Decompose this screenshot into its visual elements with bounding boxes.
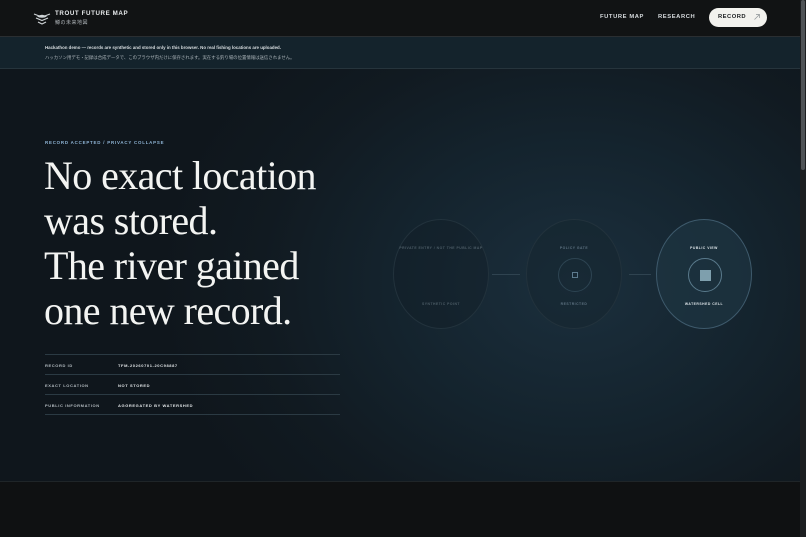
status-eyebrow: RECORD ACCEPTED / PRIVACY COLLAPSE (45, 140, 165, 145)
headline-line: No exact location (44, 153, 317, 198)
site-header: TROUT FUTURE MAP 鱒の未来地図 FUTURE MAP RESEA… (0, 0, 800, 37)
page-title: No exact location was stored. The river … (44, 153, 404, 333)
page: TROUT FUTURE MAP 鱒の未来地図 FUTURE MAP RESEA… (0, 0, 800, 537)
headline-line: one new record. (44, 288, 292, 333)
demo-notice-banner: Hackathon demo — records are synthetic a… (0, 37, 800, 69)
notice-english: Hackathon demo — records are synthetic a… (45, 45, 281, 50)
flow-connector (629, 274, 651, 275)
node-label: PUBLIC VIEW (690, 246, 718, 250)
node-caption: SYNTHETIC POINT (421, 302, 461, 306)
record-meta-table: RECORD ID TFM-20260701-20C98887 EXACT LO… (45, 354, 340, 415)
brand-title[interactable]: TROUT FUTURE MAP (55, 10, 128, 17)
nav-future-map[interactable]: FUTURE MAP (600, 14, 644, 20)
arrow-up-right-icon (754, 14, 760, 20)
node-inner-ring (688, 258, 722, 292)
square-outline-icon (572, 272, 578, 278)
record-button-label: RECORD (718, 14, 747, 20)
meta-key: RECORD ID (45, 363, 73, 368)
record-button[interactable]: RECORD (709, 8, 767, 27)
meta-row-exact-location: EXACT LOCATION NOT STORED (45, 374, 340, 394)
meta-value: AGGREGATED BY WATERSHED (118, 403, 194, 408)
page-scrollbar[interactable] (800, 0, 806, 537)
flow-connector (492, 274, 520, 275)
meta-row-public-information: PUBLIC INFORMATION AGGREGATED BY WATERSH… (45, 394, 340, 415)
node-label: PRIVATE ENTRY / NOT THE PUBLIC MAP (399, 246, 483, 250)
node-caption: WATERSHED CELL (684, 302, 724, 306)
privacy-flow-diagram: PRIVATE ENTRY / NOT THE PUBLIC MAP SYNTH… (390, 217, 760, 333)
node-policy-gate: POLICY GATE RESTRICTED (526, 219, 622, 329)
meta-key: PUBLIC INFORMATION (45, 403, 100, 408)
lower-section (0, 481, 800, 537)
node-public-view: PUBLIC VIEW WATERSHED CELL (656, 219, 752, 329)
meta-key: EXACT LOCATION (45, 383, 89, 388)
scrollbar-thumb[interactable] (801, 0, 805, 170)
meta-value: NOT STORED (118, 383, 151, 388)
trout-emblem-icon[interactable] (33, 10, 51, 26)
headline-line: was stored. (44, 198, 218, 243)
node-private-entry: PRIVATE ENTRY / NOT THE PUBLIC MAP SYNTH… (393, 219, 489, 329)
headline-line: The river gained (44, 243, 299, 288)
meta-value: TFM-20260701-20C98887 (118, 363, 178, 368)
hero-section: RECORD ACCEPTED / PRIVACY COLLAPSE No ex… (0, 69, 800, 481)
meta-row-record-id: RECORD ID TFM-20260701-20C98887 (45, 354, 340, 374)
notice-japanese: ハッカソン用デモ・記録は合成データで、このブラウザ内だけに保存されます。実在する… (45, 55, 295, 60)
node-caption: RESTRICTED (560, 302, 588, 306)
node-inner-ring (558, 258, 592, 292)
watershed-cell-icon (700, 270, 711, 281)
nav-research[interactable]: RESEARCH (658, 14, 695, 20)
brand-subtitle: 鱒の未来地図 (55, 20, 89, 26)
node-label: POLICY GATE (559, 246, 589, 250)
